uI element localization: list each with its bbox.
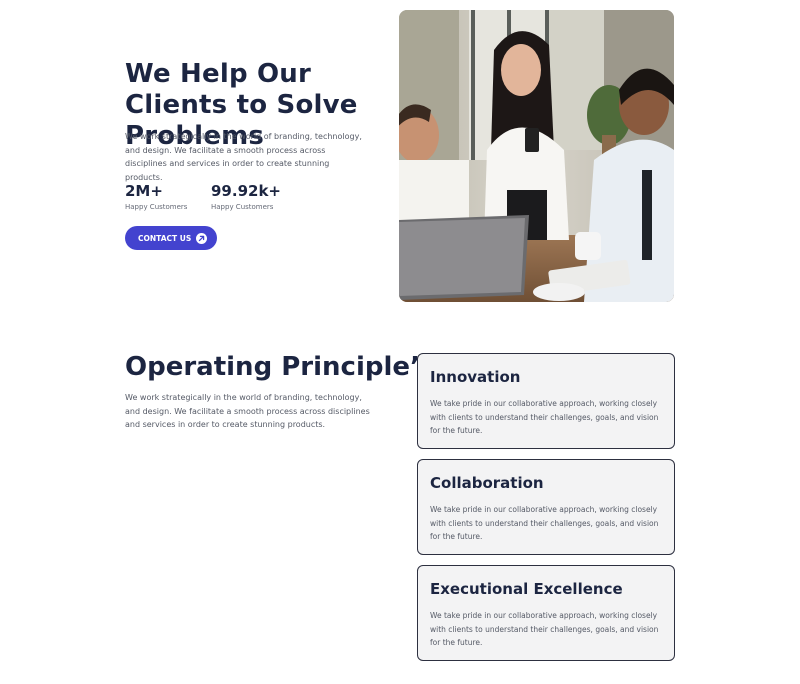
stat-value: 99.92k+ [211,182,281,200]
principle-card-innovation: Innovation We take pride in our collabor… [417,353,675,449]
stat-label: Happy Customers [211,203,274,211]
hero-description: We work strategically in the world of br… [125,132,362,182]
stat-customers-secondary: 99.92k+ Happy Customers [211,182,281,212]
stat-value: 2M+ [125,182,163,200]
principle-card-executional-excellence: Executional Excellence We take pride in … [417,565,675,661]
card-text: We take pride in our collaborative appro… [430,611,659,647]
card-title: Innovation [430,368,521,386]
stat-customers-primary: 2M+ Happy Customers [125,182,187,212]
card-text: We take pride in our collaborative appro… [430,505,659,541]
principle-card-collaboration: Collaboration We take pride in our colla… [417,459,675,555]
card-text: We take pride in our collaborative appro… [430,399,659,435]
principles-title: Operating Principle’s [125,352,436,382]
contact-us-button[interactable]: CONTACT US [125,226,217,250]
team-meeting-photo [399,10,674,302]
principles-description: We work strategically in the world of br… [125,393,370,429]
card-title: Collaboration [430,474,544,492]
stat-label: Happy Customers [125,203,188,211]
card-title: Executional Excellence [430,580,623,598]
contact-us-label: CONTACT US [138,233,192,243]
arrow-up-right-icon [196,232,208,244]
